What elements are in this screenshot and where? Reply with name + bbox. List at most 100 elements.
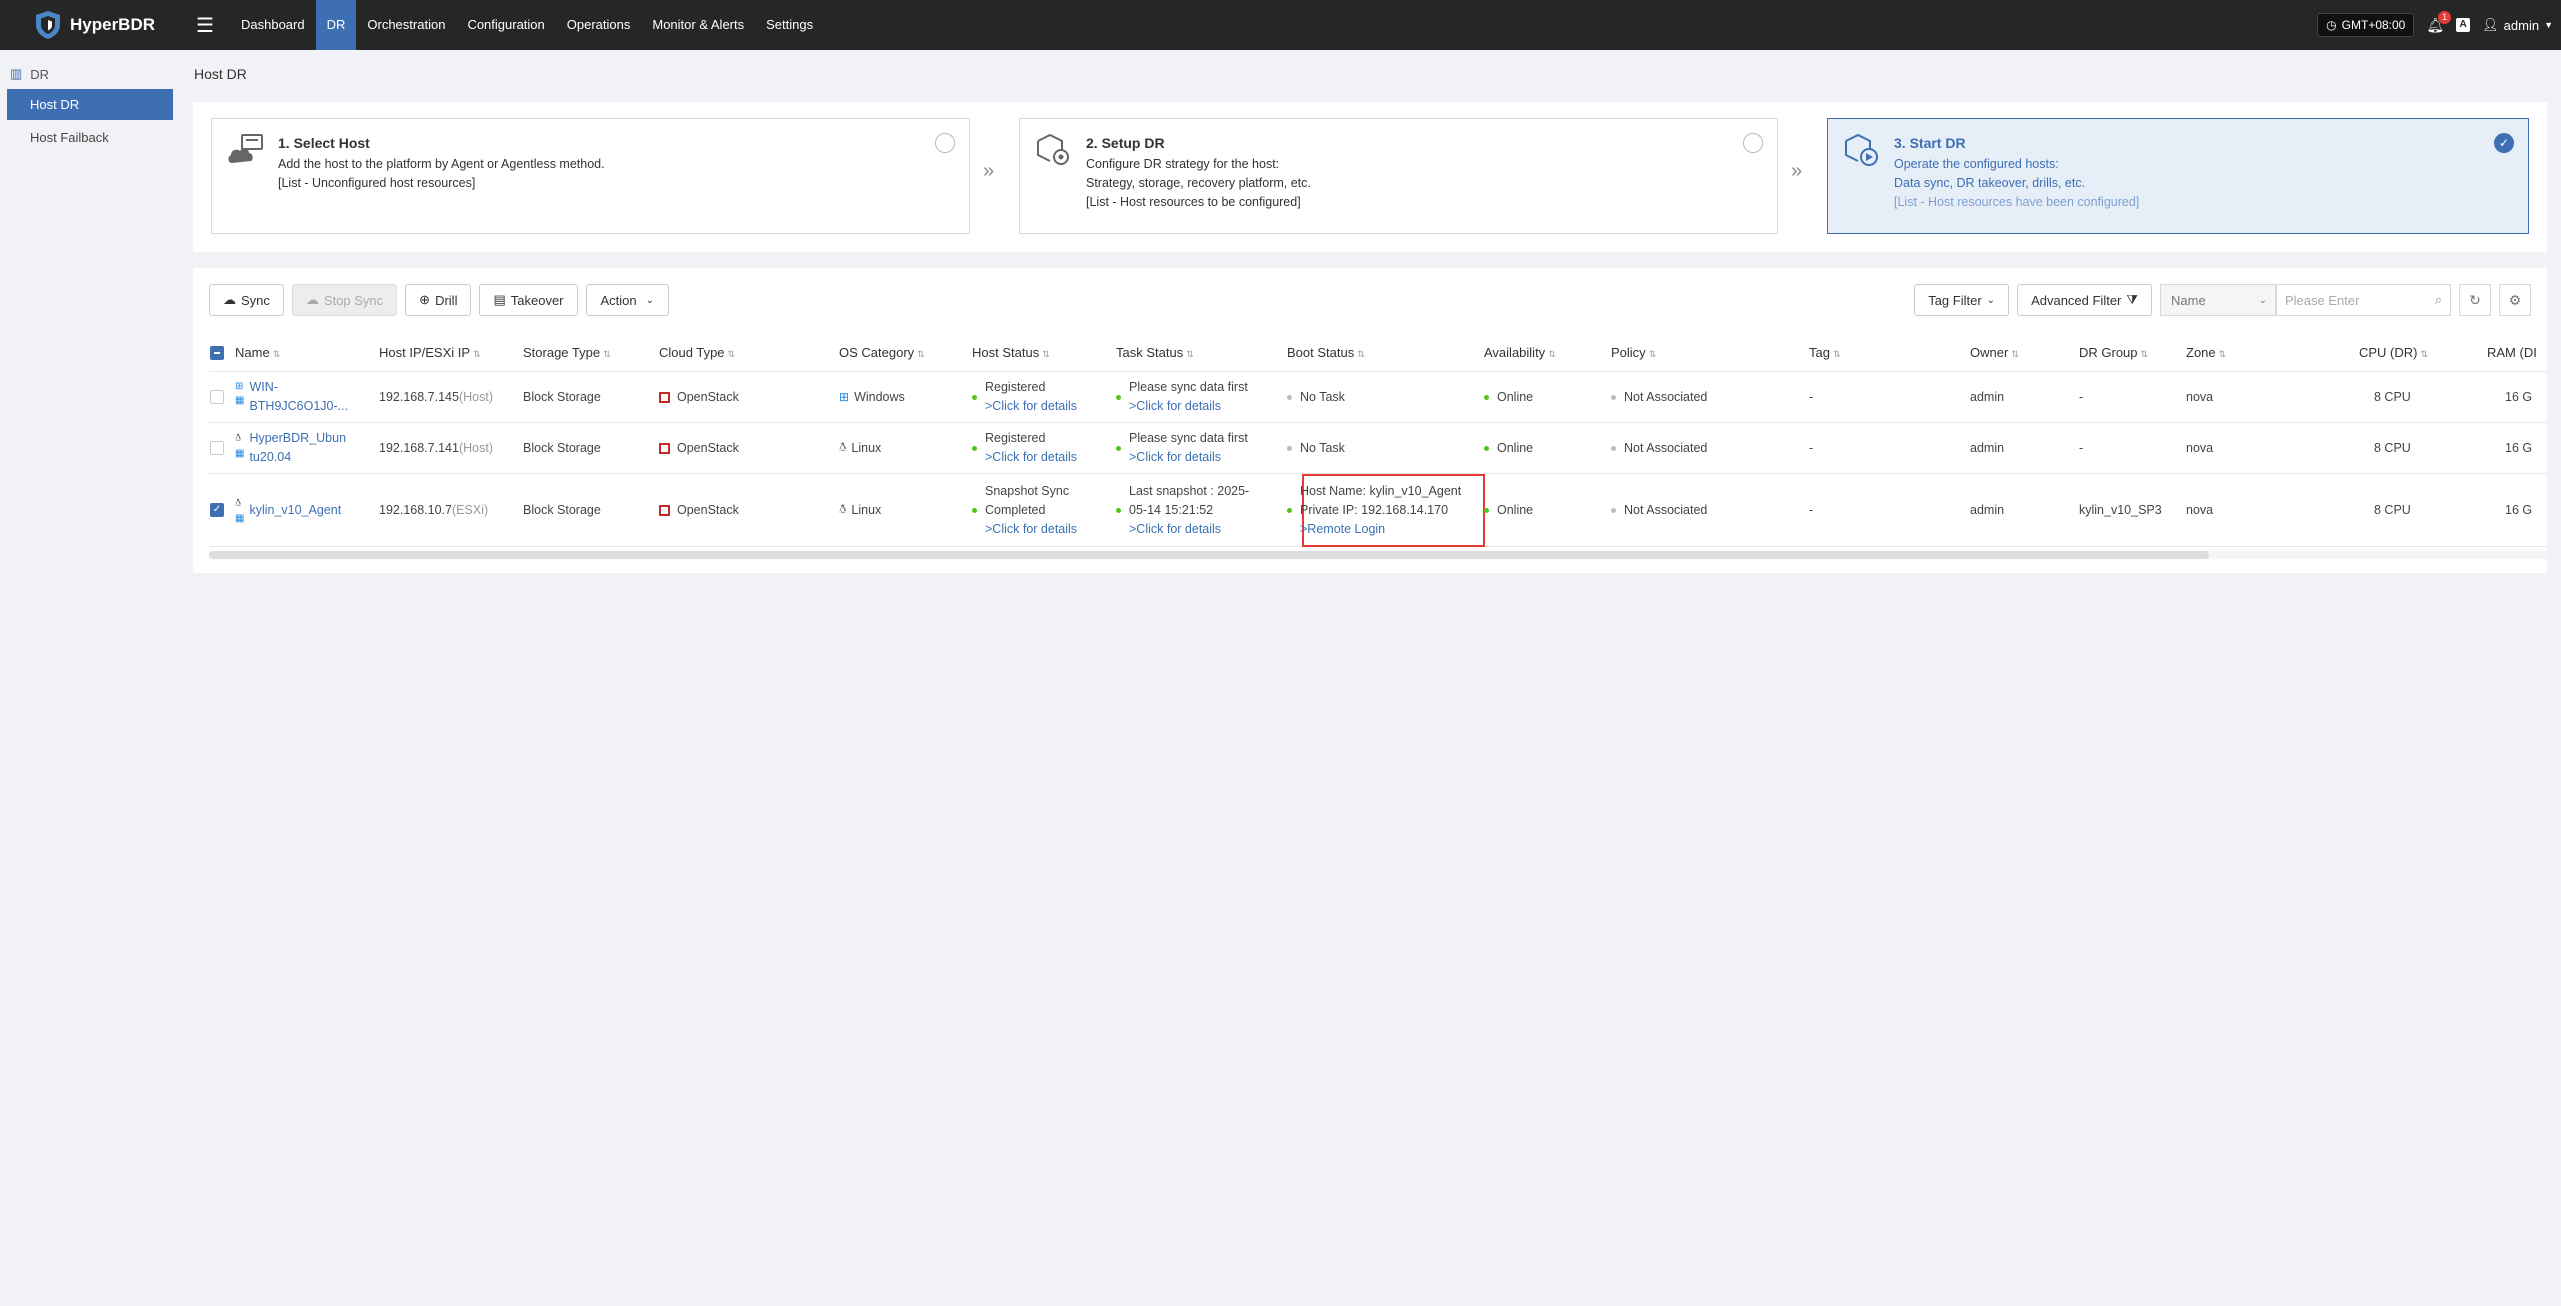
step-setup-dr[interactable]: 2. Setup DR Configure DR strategy for th… [1019,118,1778,234]
col-owner[interactable]: Owner ⇅ [1970,334,2019,372]
availability: Online [1497,390,1534,404]
row-checkbox[interactable] [210,390,224,404]
host-ip: 192.168.7.145 [379,390,459,404]
cloud-type: OpenStack [677,390,739,404]
tag-filter-button[interactable]: Tag Filter ⌄ [1914,284,2010,316]
status-dot [972,507,977,513]
col-availability[interactable]: Availability ⇅ [1484,334,1556,372]
col-host-ip[interactable]: Host IP/ESXi IP ⇅ [379,334,481,372]
nav-monitor-alerts[interactable]: Monitor & Alerts [641,0,755,50]
host-name-link[interactable]: WIN- [249,378,348,397]
nav-orchestration[interactable]: Orchestration [356,0,456,50]
nav-operations[interactable]: Operations [556,0,642,50]
host-table-panel: ☁ Sync ☁ Stop Sync ⊕ Drill ▤ Takeover Ac… [193,268,2547,573]
host-name-link-2[interactable]: tu20.04 [249,448,346,467]
row-checkbox[interactable] [210,441,224,455]
os-category: Linux [851,503,882,517]
nav-configuration[interactable]: Configuration [456,0,555,50]
col-boot-status[interactable]: Boot Status ⇅ [1287,334,1365,372]
status-dot [1611,507,1616,513]
host-ip: 192.168.10.7 [379,503,452,517]
table-row[interactable]: ✓ 🐧︎ ▦ kylin_v10_Agent 192.168.10.7 (ESXi… [209,474,2547,547]
action-dropdown[interactable]: Action ⌄ [585,284,670,316]
user-menu[interactable]: 👤︎ admin ▼ [2482,17,2553,33]
notifications-button[interactable]: 🔔︎ 1 [2426,10,2452,34]
step-note: [List - Host resources have been configu… [1894,195,2140,209]
tag: - [1809,503,1814,517]
col-dr-group[interactable]: DR Group ⇅ [2079,334,2148,372]
refresh-button[interactable]: ↻ [2459,284,2491,316]
advanced-filter-button[interactable]: Advanced Filter ⧩ [2017,284,2152,316]
cloud-icon: ☁ [223,292,236,307]
status-dot [972,445,977,451]
task-status-details-link[interactable]: >Click for details [1129,520,1249,539]
table-row[interactable]: ⊞ ▦ WIN- BTH9JC6O1J0-... 192.168.7.145 (H… [209,372,2547,423]
chevron-down-icon: ⌄ [645,294,655,306]
language-icon[interactable]: A [2456,18,2471,32]
sidebar-item-host-dr[interactable]: Host DR [7,89,173,120]
col-storage-type[interactable]: Storage Type ⇅ [523,334,611,372]
col-ram[interactable]: RAM (DI [2487,334,2537,372]
task-status-details-link[interactable]: >Click for details [1129,397,1248,416]
col-host-status[interactable]: Host Status ⇅ [972,334,1050,372]
step-radio[interactable] [935,133,955,153]
server-icon: ▦ [235,395,245,406]
sync-label: Sync [241,292,270,308]
col-cpu[interactable]: CPU (DR) ⇅ [2359,334,2428,372]
policy: Not Associated [1624,503,1708,517]
task-status-details-link[interactable]: >Click for details [1129,448,1248,467]
checkmark-icon[interactable]: ✓ [2494,133,2514,153]
app-logo[interactable]: HyperBDR [0,10,190,40]
col-name[interactable]: Name ⇅ [235,334,280,372]
select-all-checkbox[interactable] [210,346,224,360]
search-input[interactable]: Please Enter ⌕ [2276,284,2451,316]
table-row[interactable]: 🐧︎ ▦ HyperBDR_Ubun tu20.04 192.168.7.141… [209,423,2547,474]
os-category: Linux [851,441,882,455]
step-note: [List - Host resources to be configured] [1086,195,1301,209]
stop-sync-button[interactable]: ☁ Stop Sync [291,284,398,316]
host-status-details-link[interactable]: >Click for details [985,397,1077,416]
select-all-cell[interactable] [209,334,224,372]
linux-icon: 🐧︎ [235,433,242,444]
drill-button[interactable]: ⊕ Drill [405,284,472,316]
advanced-filter-label: Advanced Filter [2031,292,2122,308]
takeover-button[interactable]: ▤ Takeover [479,284,578,316]
remote-login-link[interactable]: >Remote Login [1300,520,1461,539]
host-name-link-2[interactable]: BTH9JC6O1J0-... [249,397,348,416]
setup-gear-icon [1037,133,1069,165]
step-radio[interactable] [1743,133,1763,153]
host-name-link[interactable]: kylin_v10_Agent [249,503,341,517]
step-start-dr[interactable]: 3. Start DR Operate the configured hosts… [1827,118,2529,234]
host-status-details-link[interactable]: >Click for details [985,448,1077,467]
settings-button[interactable]: ⚙ [2499,284,2531,316]
col-policy[interactable]: Policy ⇅ [1611,334,1656,372]
nav-dr[interactable]: DR [315,0,357,50]
search-field-select[interactable]: Name ⌄ [2160,284,2276,316]
col-zone[interactable]: Zone ⇅ [2186,334,2226,372]
sidebar: ▥ DR Host DR Host Failback [0,50,180,1306]
host-ip-type: (ESXi) [452,503,489,517]
step-note: [List - Unconfigured host resources] [278,176,476,190]
nav-settings[interactable]: Settings [755,0,824,50]
col-tag[interactable]: Tag ⇅ [1809,334,1841,372]
host-status: Registered [985,380,1046,394]
main-nav: Dashboard DR Orchestration Configuration… [230,0,824,50]
timezone-selector[interactable]: ◷ GMT+08:00 [2317,13,2415,37]
nav-dashboard[interactable]: Dashboard [230,0,316,50]
menu-toggle-icon[interactable]: ☰ [190,13,220,38]
step-select-host[interactable]: 1. Select Host Add the host to the platf… [211,118,970,234]
col-os-category[interactable]: OS Category ⇅ [839,334,925,372]
start-play-icon [1845,133,1878,166]
boot-host-name: Host Name: kylin_v10_Agent [1300,483,1462,498]
row-checkbox[interactable]: ✓ [210,503,224,517]
task-status: Last snapshot : 2025- [1129,483,1250,498]
sidebar-item-host-failback[interactable]: Host Failback [7,122,173,153]
ram: 16 G [2505,390,2533,404]
col-task-status[interactable]: Task Status ⇅ [1116,334,1194,372]
host-status-details-link[interactable]: >Click for details [985,520,1077,539]
horizontal-scrollbar[interactable] [209,551,2209,559]
sort-icon: ⇅ [473,349,481,359]
host-name-link[interactable]: HyperBDR_Ubun [249,429,346,448]
col-cloud-type[interactable]: Cloud Type ⇅ [659,334,735,372]
sync-button[interactable]: ☁ Sync [209,284,284,316]
